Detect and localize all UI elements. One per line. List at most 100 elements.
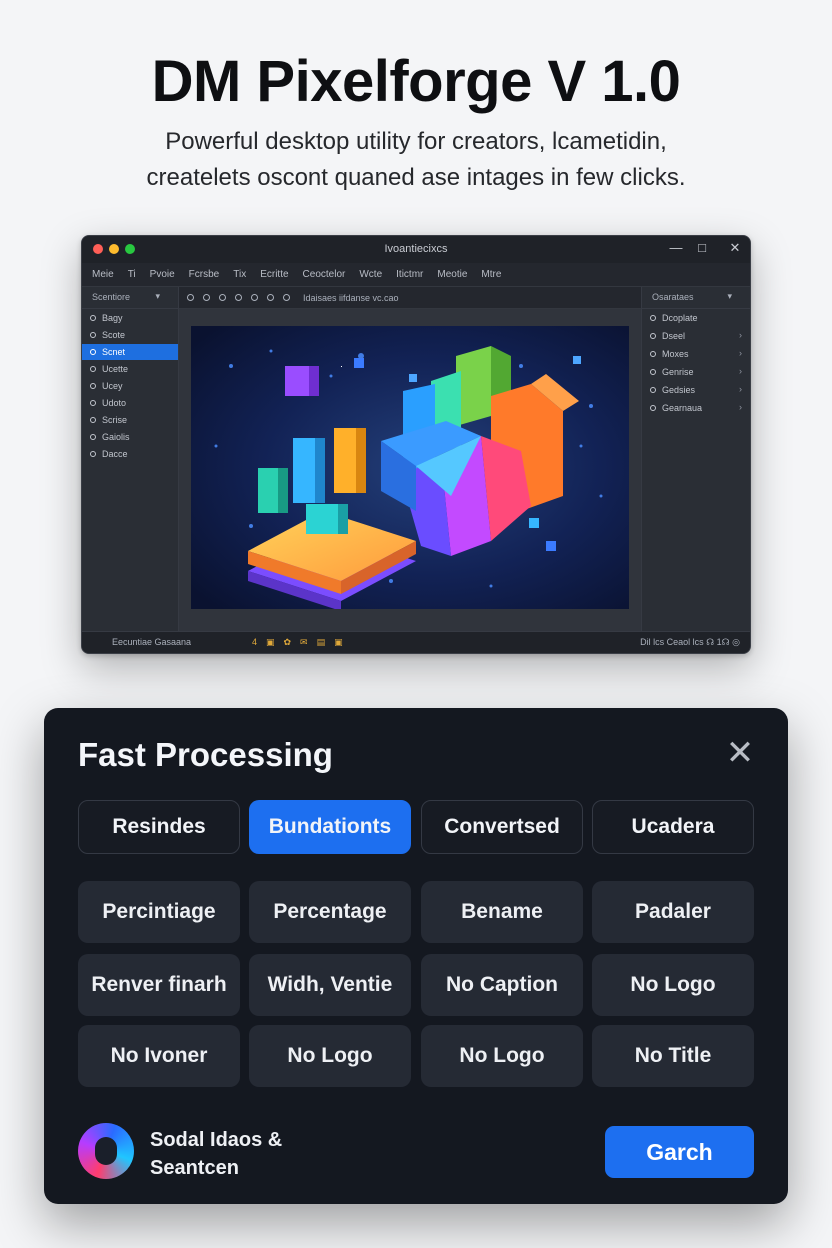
menu-item[interactable]: Ecritte: [260, 269, 288, 280]
tab-option[interactable]: Convertsed: [421, 800, 583, 854]
layer-icon: [90, 434, 96, 440]
menu-item[interactable]: Meotie: [437, 269, 467, 280]
panel-item-label: Moxes: [662, 349, 689, 359]
dialog-title: Fast Processing: [78, 736, 333, 773]
hero-subtitle-line-1: Powerful desktop utility for creators, l…: [165, 128, 667, 155]
panel-icon: [650, 387, 656, 393]
chevron-right-icon: ›: [739, 330, 742, 340]
sidebar-dropdown[interactable]: Scentiore: [82, 287, 178, 309]
tool-icon[interactable]: [267, 294, 274, 301]
brand-line-2: Seantcen: [150, 1157, 239, 1179]
menu-item[interactable]: Ceoctelor: [303, 269, 346, 280]
tool-icon[interactable]: [235, 294, 242, 301]
hero-subtitle-line-2: createlets oscont quaned ase intages in …: [146, 164, 686, 191]
window-titlebar: Ivoantiecixcs — □ ✕: [82, 236, 750, 263]
editor-toolbar: Idaisaes iifdanse vc.cao: [179, 287, 642, 309]
option-button[interactable]: No Caption: [421, 954, 583, 1016]
maximize-icon[interactable]: □: [693, 240, 711, 255]
app-window-screenshot: Ivoantiecixcs — □ ✕ Meie Ti Pvoie Fcrsbe…: [81, 235, 751, 654]
panel-item[interactable]: Dcoplate: [642, 309, 750, 327]
panel-item[interactable]: Dseel ›: [642, 327, 750, 345]
option-button[interactable]: No Logo: [421, 1025, 583, 1087]
panel-item-label: Gedsies: [662, 385, 696, 395]
chevron-right-icon: ›: [739, 384, 742, 394]
tab-option-active[interactable]: Bundationts: [249, 800, 411, 854]
sidebar-item[interactable]: Ucey: [82, 378, 178, 394]
window-title: Ivoantiecixcs: [384, 243, 448, 255]
tab-option[interactable]: Ucadera: [592, 800, 754, 854]
sidebar-item[interactable]: Ucette: [82, 361, 178, 377]
layer-icon: [90, 349, 96, 355]
layer-icon: [90, 451, 96, 457]
chevron-right-icon: ›: [739, 366, 742, 376]
panel-item-label: Genrise: [662, 367, 694, 377]
tool-icon[interactable]: [251, 294, 258, 301]
hero-title: DM Pixelforge V 1.0: [151, 49, 681, 114]
sidebar-item[interactable]: Udoto: [82, 395, 178, 411]
option-button[interactable]: No Logo: [249, 1025, 411, 1087]
sidebar-item-label: Ucette: [102, 364, 129, 374]
panel-item[interactable]: Gedsies ›: [642, 381, 750, 399]
sidebar-item[interactable]: Scote: [82, 327, 178, 343]
left-sidebar: Scentiore Bagy Scote Scnet Ucette Ucey U…: [82, 287, 179, 633]
sidebar-item-active[interactable]: Scnet: [82, 344, 178, 360]
primary-action-button[interactable]: Garch: [605, 1126, 754, 1178]
sidebar-item-label: Bagy: [102, 313, 123, 323]
sidebar-item[interactable]: Bagy: [82, 310, 178, 326]
tool-icon[interactable]: [203, 294, 210, 301]
option-button[interactable]: Bename: [421, 881, 583, 943]
panel-item[interactable]: Genrise ›: [642, 363, 750, 381]
sidebar-item-label: Ucey: [102, 381, 123, 391]
menu-item[interactable]: Meie: [92, 269, 114, 280]
tab-option[interactable]: Resindes: [78, 800, 240, 854]
menu-item[interactable]: Mtre: [481, 269, 501, 280]
option-button[interactable]: Padaler: [592, 881, 754, 943]
right-sidebar: Osarataes Dcoplate Dseel › Moxes › Genrise…: [641, 287, 750, 633]
layer-icon: [90, 417, 96, 423]
tool-icon[interactable]: [283, 294, 290, 301]
option-button[interactable]: No Ivoner: [78, 1025, 240, 1087]
option-button[interactable]: No Logo: [592, 954, 754, 1016]
sidebar-item-label: Scote: [102, 330, 126, 340]
panel-icon: [650, 351, 656, 357]
panel-icon: [650, 369, 656, 375]
fast-processing-dialog: Fast Processing ✕ Resindes Bundationts C…: [44, 708, 788, 1204]
panel-item[interactable]: Gearnaua ›: [642, 399, 750, 417]
option-button[interactable]: No Title: [592, 1025, 754, 1087]
menu-item[interactable]: Pvoie: [150, 269, 175, 280]
close-icon[interactable]: ✕: [724, 736, 756, 770]
menu-item[interactable]: Fcrsbe: [189, 269, 220, 280]
option-button[interactable]: Widh, Ventie: [249, 954, 411, 1016]
option-button[interactable]: Renver finarh: [78, 954, 240, 1016]
brand-name: Sodal Idaos & Seantcen: [150, 1126, 282, 1182]
tool-icon[interactable]: [187, 294, 194, 301]
status-icons[interactable]: 4▣✿✉▤▣: [252, 637, 352, 648]
minimize-icon[interactable]: —: [667, 240, 685, 255]
option-button[interactable]: Percentage: [249, 881, 411, 943]
menu-item[interactable]: Wcte: [359, 269, 382, 280]
panel-icon: [650, 315, 656, 321]
status-text: Eecuntiae Gasaana: [112, 637, 192, 647]
menu-item[interactable]: Ti: [128, 269, 136, 280]
panel-item[interactable]: Moxes ›: [642, 345, 750, 363]
sidebar-item-label: Dacce: [102, 449, 128, 459]
brand-logo: [78, 1123, 134, 1179]
layer-icon: [90, 366, 96, 372]
artwork-canvas[interactable]: [191, 326, 629, 609]
layer-icon: [90, 332, 96, 338]
status-right: Dil lcs Ceaol lcs ☊ 1☊ ◎: [640, 637, 740, 647]
menu-item[interactable]: Tix: [233, 269, 246, 280]
option-button[interactable]: Percintiage: [78, 881, 240, 943]
close-icon[interactable]: ✕: [726, 240, 744, 256]
sidebar-item[interactable]: Gaiolis: [82, 429, 178, 445]
tool-icon[interactable]: [219, 294, 226, 301]
menu-item[interactable]: Itictmr: [396, 269, 423, 280]
panel-dropdown[interactable]: Osarataes: [642, 287, 750, 309]
canvas-area[interactable]: [179, 309, 642, 633]
layer-icon: [90, 383, 96, 389]
panel-item-label: Dcoplate: [662, 313, 698, 323]
hero-subtitle: Powerful desktop utility for creators, l…: [60, 124, 772, 196]
sidebar-item[interactable]: Scrise: [82, 412, 178, 428]
sidebar-item[interactable]: Dacce: [82, 446, 178, 462]
chevron-right-icon: ›: [739, 402, 742, 412]
